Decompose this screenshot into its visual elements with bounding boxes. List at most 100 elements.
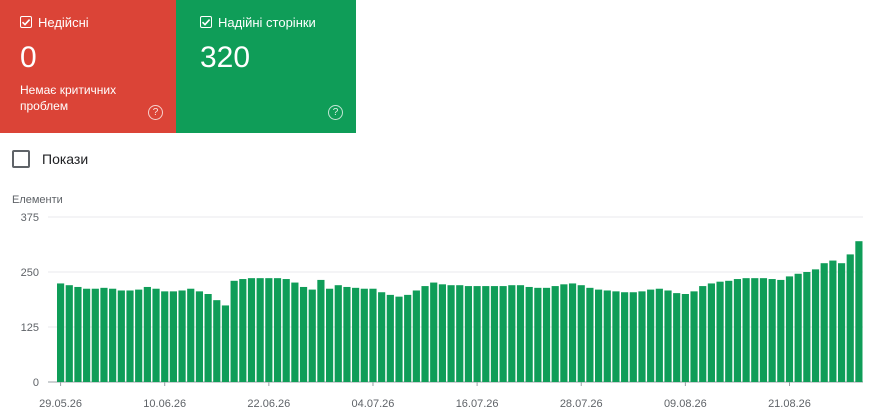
invalid-card-header[interactable]: Недійсні bbox=[20, 14, 176, 30]
chart-bar[interactable] bbox=[117, 290, 125, 382]
chart-bar[interactable] bbox=[412, 290, 420, 382]
chart-bar[interactable] bbox=[482, 286, 490, 382]
chart-bar[interactable] bbox=[291, 282, 299, 382]
chart-bar[interactable] bbox=[239, 279, 247, 382]
chart-bar[interactable] bbox=[247, 278, 256, 382]
chart-bar[interactable] bbox=[438, 284, 446, 382]
chart-bar[interactable] bbox=[534, 287, 542, 382]
chart-bar[interactable] bbox=[230, 280, 238, 382]
chart-bar[interactable] bbox=[91, 288, 99, 382]
chart-bar[interactable] bbox=[621, 292, 629, 382]
chart-bar[interactable] bbox=[386, 294, 394, 382]
chart-bar[interactable] bbox=[221, 305, 230, 382]
valid-card-header[interactable]: Надійні сторінки bbox=[200, 14, 356, 30]
chart-bar[interactable] bbox=[855, 241, 863, 382]
chart-bar[interactable] bbox=[794, 273, 802, 382]
chart-bar[interactable] bbox=[525, 286, 533, 382]
chart-bar[interactable] bbox=[204, 294, 212, 382]
chart-bar[interactable] bbox=[690, 291, 698, 382]
help-icon[interactable]: ? bbox=[328, 105, 343, 120]
invalid-card[interactable]: Недійсні 0 Немає критичних проблем ? bbox=[0, 0, 176, 133]
chart-bar[interactable] bbox=[829, 260, 837, 382]
chart-bar[interactable] bbox=[759, 278, 768, 382]
chart-bar[interactable] bbox=[846, 254, 854, 382]
chart-bar[interactable] bbox=[404, 294, 412, 382]
checkbox-unchecked-icon[interactable] bbox=[12, 150, 30, 168]
chart-bar[interactable] bbox=[135, 289, 143, 382]
chart-bar[interactable] bbox=[490, 286, 499, 382]
chart-bar[interactable] bbox=[464, 286, 473, 382]
chart-bar[interactable] bbox=[473, 286, 481, 382]
chart-bar[interactable] bbox=[456, 285, 464, 382]
chart-bar[interactable] bbox=[326, 288, 334, 382]
chart-bar[interactable] bbox=[161, 291, 169, 382]
chart-bar[interactable] bbox=[343, 286, 351, 382]
chart-bar[interactable] bbox=[655, 288, 663, 382]
chart-bar[interactable] bbox=[577, 285, 585, 382]
chart-bar[interactable] bbox=[647, 289, 655, 382]
chart-bar[interactable] bbox=[109, 288, 117, 382]
help-icon[interactable]: ? bbox=[148, 105, 163, 120]
chart-bar[interactable] bbox=[360, 288, 368, 382]
chart-bar[interactable] bbox=[777, 279, 785, 382]
chart-bar[interactable] bbox=[421, 286, 429, 382]
chart-bar[interactable] bbox=[334, 285, 342, 382]
chart-bar[interactable] bbox=[785, 276, 794, 382]
chart-bar[interactable] bbox=[65, 285, 73, 382]
chart-bar[interactable] bbox=[352, 287, 360, 382]
chart-bar[interactable] bbox=[143, 286, 151, 382]
chart-bar[interactable] bbox=[308, 289, 316, 382]
chart-bar[interactable] bbox=[768, 279, 776, 382]
chart-bar[interactable] bbox=[508, 285, 516, 382]
chart-bar[interactable] bbox=[551, 286, 559, 382]
chart-bar[interactable] bbox=[395, 296, 403, 382]
chart-bar[interactable] bbox=[178, 290, 186, 382]
chart-bar[interactable] bbox=[629, 292, 637, 382]
chart-bar[interactable] bbox=[699, 286, 707, 382]
chart-bar[interactable] bbox=[733, 279, 742, 382]
chart-bar[interactable] bbox=[612, 291, 620, 382]
chart-bar[interactable] bbox=[195, 291, 204, 382]
chart-bar[interactable] bbox=[282, 279, 290, 382]
chart-bar[interactable] bbox=[837, 263, 846, 382]
chart-bar[interactable] bbox=[57, 283, 65, 382]
chart-bar[interactable] bbox=[169, 291, 177, 382]
chart-bar[interactable] bbox=[83, 288, 91, 382]
chart-bar[interactable] bbox=[638, 291, 646, 382]
chart-bar[interactable] bbox=[595, 289, 603, 382]
chart-bar[interactable] bbox=[447, 285, 455, 382]
chart-bar[interactable] bbox=[369, 288, 377, 382]
chart-bar[interactable] bbox=[751, 278, 759, 382]
chart-bar[interactable] bbox=[317, 279, 325, 382]
chart-bar[interactable] bbox=[100, 287, 108, 382]
chart-bar[interactable] bbox=[74, 286, 82, 382]
chart-bar[interactable] bbox=[516, 285, 525, 382]
chart-bar[interactable] bbox=[725, 280, 733, 382]
chart-bar[interactable] bbox=[126, 290, 134, 382]
chart-bar[interactable] bbox=[811, 269, 820, 382]
chart-bar[interactable] bbox=[213, 300, 221, 382]
valid-card[interactable]: Надійні сторінки 320 ? bbox=[176, 0, 356, 133]
chart-bar[interactable] bbox=[673, 293, 681, 382]
chart-bar[interactable] bbox=[803, 272, 811, 382]
chart-bar[interactable] bbox=[542, 287, 551, 382]
chart-bar[interactable] bbox=[187, 288, 195, 382]
chart-bar[interactable] bbox=[603, 290, 611, 382]
impressions-toggle[interactable]: Покази bbox=[12, 150, 88, 168]
chart-bar[interactable] bbox=[560, 284, 568, 382]
chart-bar[interactable] bbox=[681, 294, 689, 382]
chart-bar[interactable] bbox=[378, 292, 386, 382]
chart-bar[interactable] bbox=[742, 278, 750, 382]
chart-bar[interactable] bbox=[568, 283, 577, 382]
chart-bar[interactable] bbox=[430, 282, 438, 382]
chart-bar[interactable] bbox=[299, 286, 308, 382]
checkbox-checked-icon[interactable] bbox=[20, 16, 32, 28]
chart-bar[interactable] bbox=[664, 290, 672, 382]
chart-bar[interactable] bbox=[273, 278, 282, 382]
chart-bar[interactable] bbox=[265, 278, 273, 382]
chart-bar[interactable] bbox=[716, 281, 724, 382]
chart-bar[interactable] bbox=[586, 287, 594, 382]
checkbox-checked-icon[interactable] bbox=[200, 16, 212, 28]
chart-bar[interactable] bbox=[152, 288, 160, 382]
chart-bar[interactable] bbox=[707, 283, 715, 382]
